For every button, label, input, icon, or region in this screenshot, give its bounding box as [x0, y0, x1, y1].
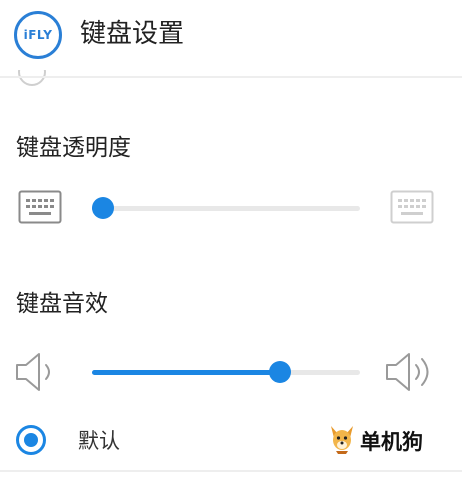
keyboard-icon	[18, 190, 62, 228]
slider-track	[92, 206, 360, 211]
transparency-slider[interactable]	[92, 196, 360, 220]
slider-thumb[interactable]	[92, 197, 114, 219]
speaker-low-icon	[14, 350, 62, 398]
slider-fill	[92, 370, 281, 375]
sound-default-option[interactable]: 默认	[16, 420, 120, 460]
default-radio[interactable]	[16, 425, 46, 455]
sound-slider[interactable]	[92, 360, 360, 384]
divider	[0, 76, 462, 78]
radio-selected-dot	[24, 433, 38, 447]
slider-thumb[interactable]	[269, 361, 292, 383]
watermark: 单机狗	[328, 424, 423, 458]
logo-text: iFLY	[23, 28, 53, 42]
default-option-label: 默认	[78, 429, 120, 453]
dog-mascot-icon	[328, 424, 356, 458]
transparency-label: 键盘透明度	[16, 135, 131, 161]
divider	[0, 470, 462, 472]
page-title: 键盘设置	[80, 19, 185, 49]
ifly-logo: iFLY	[14, 11, 62, 59]
app-header: iFLY 键盘设置	[0, 0, 462, 70]
speaker-high-icon	[384, 350, 436, 398]
sound-label: 键盘音效	[16, 291, 108, 317]
watermark-text: 单机狗	[360, 430, 423, 454]
keyboard-faded-icon	[390, 190, 434, 228]
